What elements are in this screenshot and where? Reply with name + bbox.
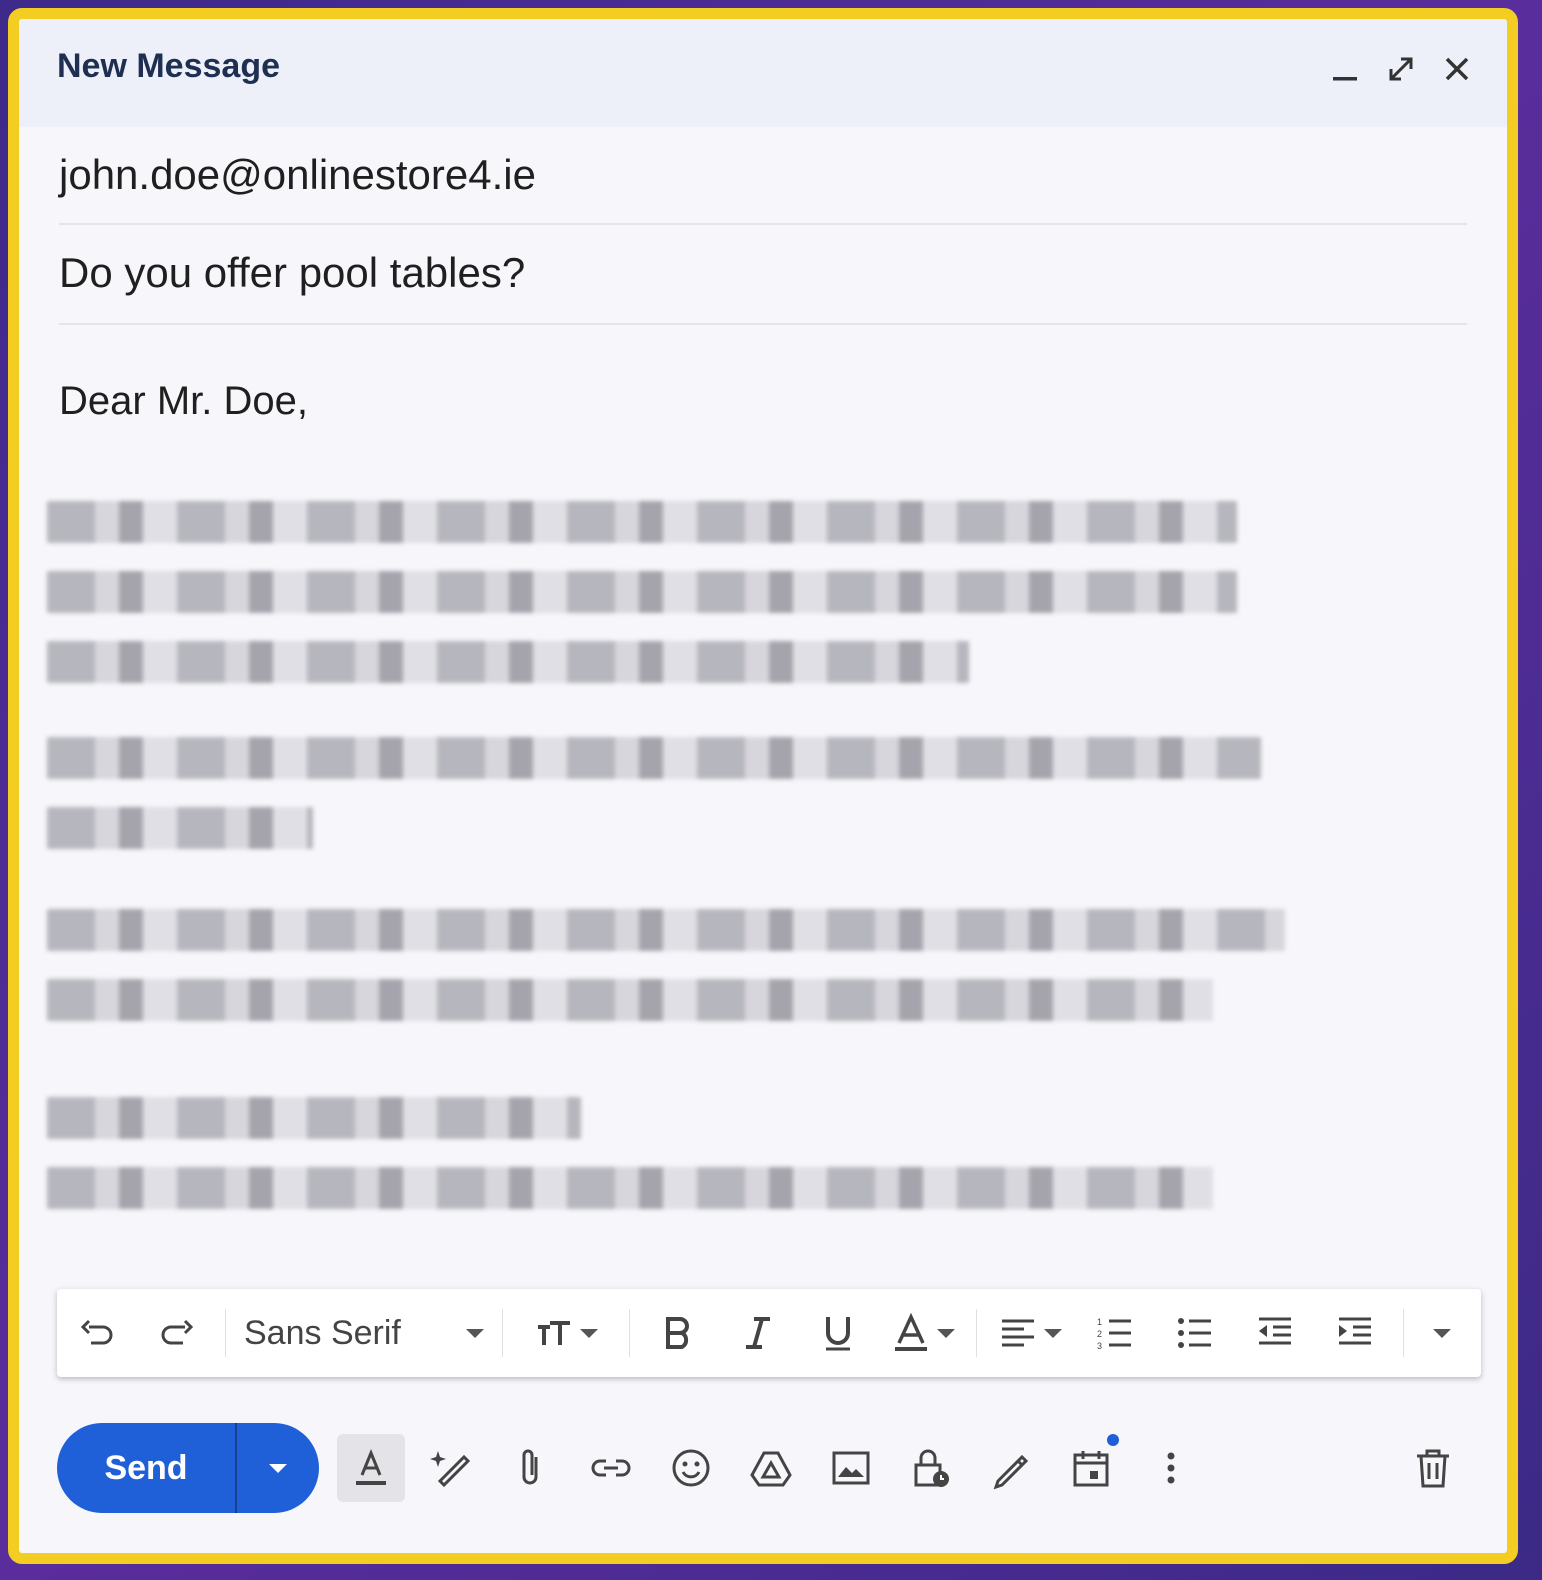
compose-actions: Send (57, 1423, 1467, 1515)
chevron-down-icon (466, 1328, 484, 1338)
toolbar-divider (629, 1309, 630, 1357)
align-button[interactable] (985, 1289, 1075, 1377)
redacted-paragraph-2 (47, 737, 1261, 877)
more-formatting-button[interactable] (1412, 1289, 1472, 1377)
text-color-icon (895, 1313, 927, 1351)
close-icon[interactable] (1439, 51, 1475, 87)
chevron-down-icon (937, 1328, 955, 1338)
emoji-icon[interactable] (657, 1434, 725, 1502)
send-button-group: Send (57, 1423, 319, 1513)
redacted-paragraph-3 (47, 909, 1285, 1049)
schedule-event-icon[interactable] (1057, 1434, 1125, 1502)
underline-icon[interactable] (798, 1289, 878, 1377)
text-size-icon (538, 1321, 570, 1345)
formatting-options-icon[interactable] (337, 1434, 405, 1502)
compose-header: New Message (19, 19, 1507, 127)
indent-more-icon[interactable] (1315, 1289, 1395, 1377)
svg-text:2: 2 (1097, 1329, 1102, 1339)
font-family-select[interactable]: Sans Serif (234, 1289, 494, 1377)
compose-tools (337, 1423, 1205, 1513)
window-controls (1327, 51, 1475, 87)
svg-text:1: 1 (1097, 1317, 1102, 1327)
font-size-button[interactable] (511, 1289, 621, 1377)
more-options-icon[interactable] (1137, 1434, 1205, 1502)
send-button[interactable]: Send (57, 1449, 235, 1488)
numbered-list-icon[interactable]: 1 2 3 (1075, 1289, 1155, 1377)
signature-icon[interactable] (977, 1434, 1045, 1502)
insert-link-icon[interactable] (577, 1434, 645, 1502)
attach-file-icon[interactable] (497, 1434, 565, 1502)
insert-photo-icon[interactable] (817, 1434, 885, 1502)
fullscreen-icon[interactable] (1383, 51, 1419, 87)
font-family-value: Sans Serif (244, 1313, 401, 1352)
compose-window: New Message john.doe@onlinestore4.ie Do … (8, 8, 1518, 1564)
compose-title: New Message (57, 47, 280, 85)
text-color-button[interactable] (878, 1289, 968, 1377)
formatting-toolbar: Sans Serif 1 2 3 (57, 1289, 1481, 1377)
redo-icon[interactable] (137, 1289, 217, 1377)
ai-write-icon[interactable] (417, 1434, 485, 1502)
recipient-value: john.doe@onlinestore4.ie (59, 151, 536, 198)
discard-draft-icon[interactable] (1399, 1434, 1467, 1502)
bulleted-list-icon[interactable] (1155, 1289, 1235, 1377)
drive-icon[interactable] (737, 1434, 805, 1502)
align-left-icon (1002, 1319, 1034, 1347)
toolbar-divider (1403, 1309, 1404, 1357)
notification-dot (1107, 1434, 1119, 1446)
toolbar-divider (976, 1309, 977, 1357)
redacted-paragraph-4 (47, 1097, 1213, 1237)
chevron-down-icon (1433, 1328, 1451, 1338)
chevron-down-icon (580, 1328, 598, 1338)
confidential-mode-icon[interactable] (897, 1434, 965, 1502)
minimize-icon[interactable] (1327, 51, 1363, 87)
recipient-field[interactable]: john.doe@onlinestore4.ie (59, 127, 1467, 225)
chevron-down-icon (1044, 1328, 1062, 1338)
undo-icon[interactable] (57, 1289, 137, 1377)
chevron-down-icon (269, 1463, 287, 1473)
italic-icon[interactable] (718, 1289, 798, 1377)
toolbar-divider (225, 1309, 226, 1357)
subject-field[interactable]: Do you offer pool tables? (59, 225, 1467, 325)
send-options-button[interactable] (237, 1423, 319, 1513)
bold-icon[interactable] (638, 1289, 718, 1377)
svg-text:3: 3 (1097, 1341, 1102, 1351)
message-greeting[interactable]: Dear Mr. Doe, (59, 379, 308, 424)
redacted-paragraph-1 (47, 501, 1237, 711)
toolbar-divider (502, 1309, 503, 1357)
indent-less-icon[interactable] (1235, 1289, 1315, 1377)
subject-value: Do you offer pool tables? (59, 249, 526, 296)
